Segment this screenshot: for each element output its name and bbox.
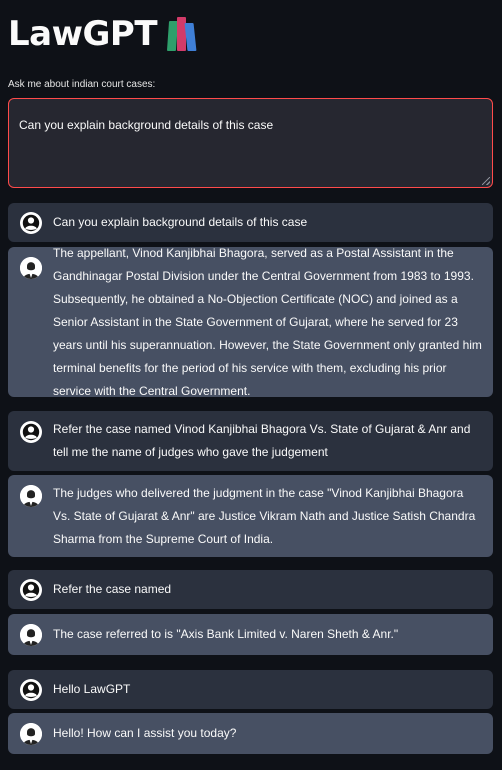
bot-avatar-icon [20, 623, 42, 646]
resize-handle-icon[interactable] [482, 177, 490, 185]
chat-message-bot: The case referred to is "Axis Bank Limit… [8, 614, 493, 655]
books-icon [166, 17, 197, 51]
user-avatar-icon [20, 421, 42, 443]
app-title-text: LawGPT [8, 14, 158, 54]
user-avatar-icon [20, 211, 42, 234]
bot-avatar-icon [20, 257, 42, 279]
message-text: Refer the case named [53, 582, 172, 596]
question-textarea[interactable]: Can you explain background details of th… [8, 98, 493, 188]
bot-avatar-icon [20, 722, 42, 745]
message-text: Hello! How can I assist you today? [53, 726, 237, 740]
chat-message-user: Refer the case named Vinod Kanjibhai Bha… [8, 411, 493, 471]
question-text: Can you explain background details of th… [19, 118, 274, 132]
user-avatar-icon [20, 578, 42, 601]
message-text: Can you explain background details of th… [53, 215, 308, 229]
chat-message-bot: Hello! How can I assist you today? [8, 713, 493, 754]
message-text: The judges who delivered the judgment in… [53, 485, 476, 546]
bot-avatar-icon [20, 485, 42, 507]
chat-message-user: Refer the case named [8, 570, 493, 609]
chat-message-bot: The appellant, Vinod Kanjibhai Bhagora, … [8, 246, 493, 398]
chat-message-user: Hello LawGPT [8, 670, 493, 709]
app: LawGPT Ask me about indian court cases: … [0, 0, 502, 770]
user-avatar-icon [20, 678, 42, 701]
message-text: The case referred to is "Axis Bank Limit… [53, 627, 399, 641]
input-label: Ask me about indian court cases: [8, 79, 156, 90]
chat-message-user: Can you explain background details of th… [8, 203, 493, 242]
message-text: The appellant, Vinod Kanjibhai Bhagora, … [53, 245, 482, 398]
app-title: LawGPT [8, 14, 197, 54]
chat-message-bot: The judges who delivered the judgment in… [8, 475, 493, 557]
message-text: Hello LawGPT [53, 682, 131, 696]
message-text: Refer the case named Vinod Kanjibhai Bha… [53, 422, 471, 459]
